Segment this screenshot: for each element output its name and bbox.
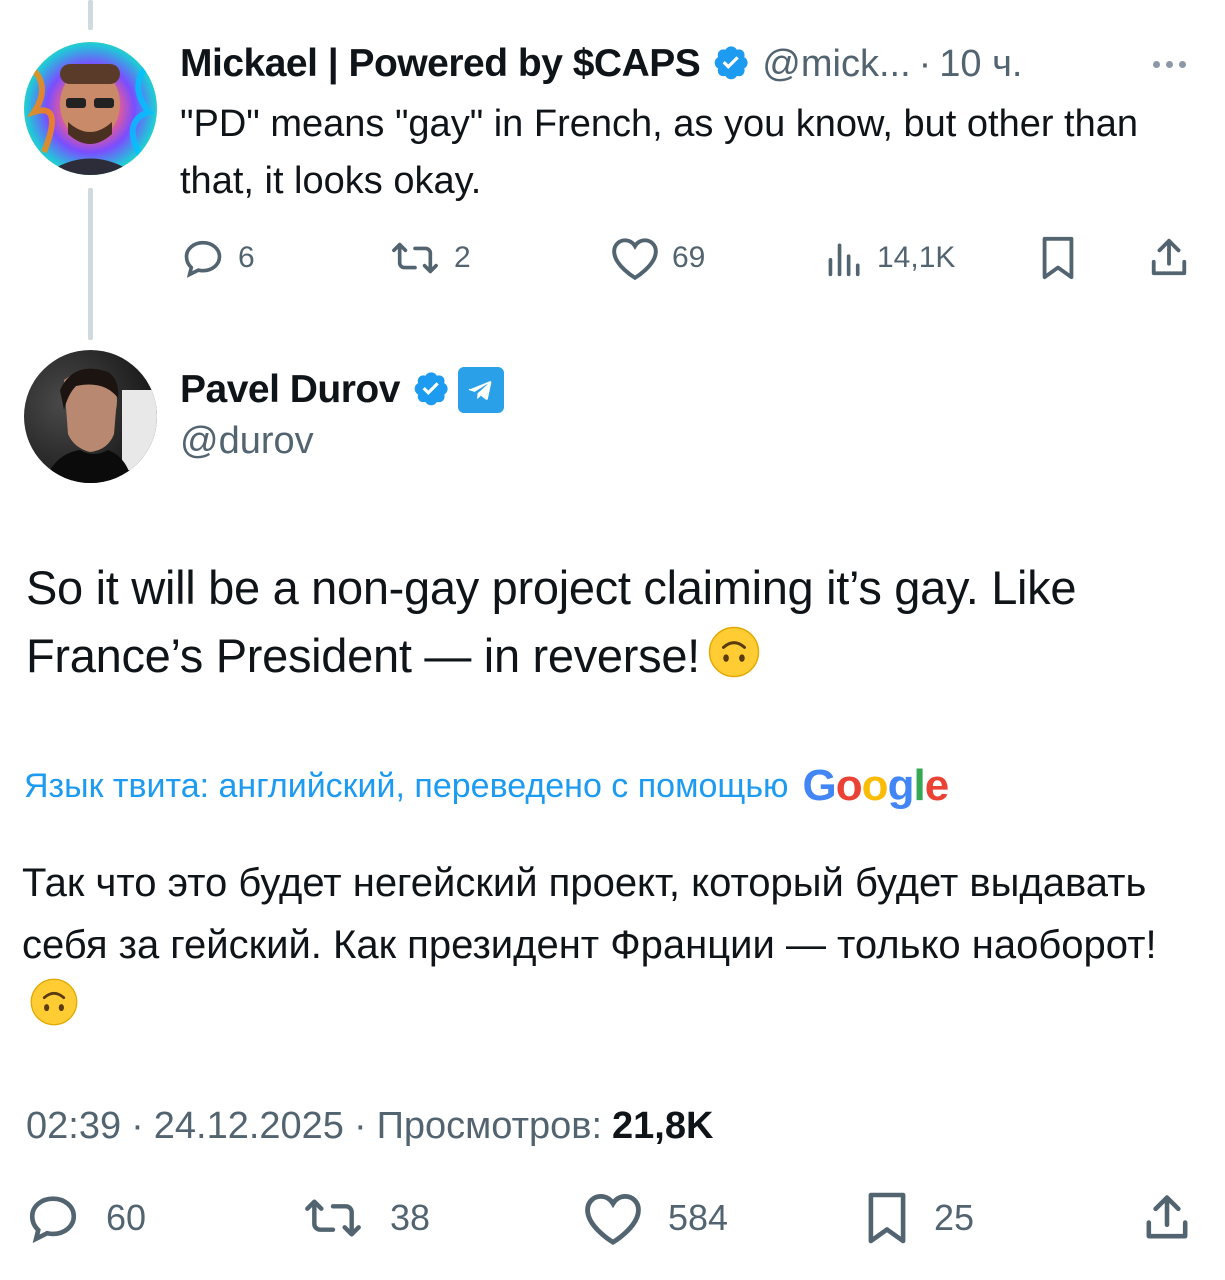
thread-line [88,188,93,340]
like-icon [612,238,658,281]
reply-button[interactable]: 60 [24,1188,146,1248]
like-count: 69 [672,241,706,274]
bookmark-button[interactable] [1038,228,1078,288]
views-label: Просмотров: [376,1104,603,1147]
reply-count: 6 [238,241,255,274]
reply-button[interactable]: 6 [180,228,255,288]
author-handle[interactable]: @mick... [762,43,910,86]
reply-action-bar: 6 2 69 14,1K [180,228,1200,288]
separator: · [918,42,932,85]
repost-count: 38 [390,1197,431,1238]
views-button[interactable]: 14,1K [825,228,955,288]
verified-badge-icon [712,43,750,86]
bookmark-icon [868,1192,906,1244]
verified-badge-icon [412,369,450,412]
repost-icon [392,242,438,274]
tweet-meta: 02:39 · 24.12.2025 · Просмотров: 21,8K [26,1098,713,1154]
author-name[interactable]: Mickael | Powered by $CAPS [180,42,701,86]
tweet-text: So it will be a non-gay project claiming… [26,554,1206,698]
upside-down-face-emoji [28,976,80,1046]
reply-count: 60 [106,1197,147,1238]
translated-text: Так что это будет негейский проект, кото… [22,852,1202,1046]
translation-label: Язык твита: английский, переведено с пом… [24,766,789,805]
reply-icon [29,1196,77,1244]
separator: · [131,1104,144,1147]
author-handle[interactable]: @durov [180,420,314,463]
reply-header: Mickael | Powered by $CAPS @mick... · 10… [180,38,1022,90]
views-count: 14,1K [877,241,956,274]
share-icon [1146,1195,1188,1239]
bookmark-icon [1042,236,1074,280]
like-count: 584 [668,1197,729,1238]
like-button[interactable]: 584 [582,1188,728,1248]
reply-text: "PD" means "gay" in French, as you know,… [180,103,1139,202]
share-button[interactable] [1142,1188,1192,1248]
reply-icon [184,240,222,278]
share-button[interactable] [1148,228,1190,288]
timestamp[interactable]: 10 ч. [939,43,1022,86]
share-icon [1151,238,1187,276]
views-icon [828,243,860,277]
like-icon [585,1193,641,1245]
tweet-time[interactable]: 02:39 [26,1105,121,1148]
separator: · [353,1104,367,1147]
bookmark-count: 25 [934,1197,975,1238]
tweet-action-bar: 60 38 584 25 [24,1188,1204,1254]
repost-button[interactable]: 2 [388,228,471,288]
repost-button[interactable]: 38 [300,1188,430,1248]
translation-note[interactable]: Язык твита: английский, переведено с пом… [24,760,950,812]
repost-count: 2 [454,241,471,274]
like-button[interactable]: 69 [610,228,705,288]
avatar[interactable] [24,350,157,483]
tweet-date[interactable]: 24.12.2025 [154,1105,344,1148]
google-logo: Google [802,761,950,810]
author-name-row: Pavel Durov [180,364,504,416]
views-count[interactable]: 21,8K [612,1105,713,1148]
avatar[interactable] [24,42,157,175]
author-name[interactable]: Pavel Durov [180,368,400,412]
repost-icon [305,1199,361,1237]
upside-down-face-emoji [706,624,762,698]
more-icon[interactable] [1153,52,1197,76]
telegram-icon[interactable] [457,367,504,413]
bookmark-button[interactable]: 25 [864,1188,974,1248]
tweet-text-content: So it will be a non-gay project claiming… [26,561,1077,682]
translated-text-content: Так что это будет негейский проект, кото… [22,861,1157,967]
thread-line [88,0,93,30]
